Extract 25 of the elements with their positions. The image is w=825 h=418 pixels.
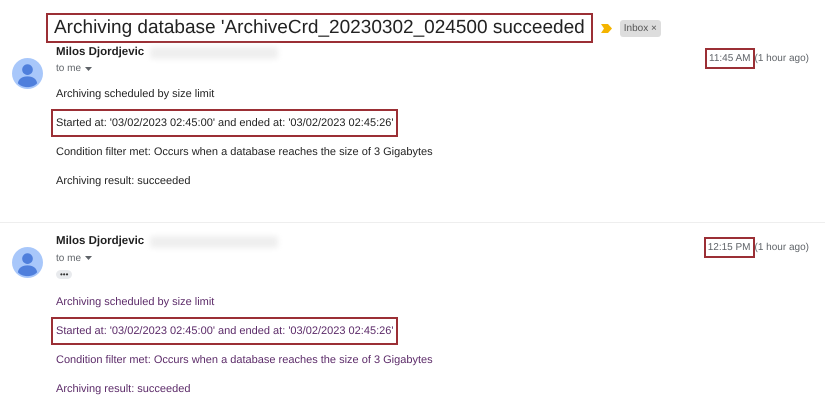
show-trimmed-button[interactable]: ••• [56, 270, 72, 278]
message-time: 11:45 AM [705, 48, 755, 69]
importance-marker-icon[interactable] [600, 24, 612, 32]
relative-time: (1 hour ago) [754, 241, 809, 256]
body-text: Archiving scheduled by size limit [55, 295, 216, 310]
body-text: Archiving scheduled by size limit [55, 87, 216, 102]
relative-time: (1 hour ago) [754, 52, 809, 66]
body-text: Archiving result: succeeded [55, 174, 192, 190]
recipient-text: to me [56, 252, 82, 266]
avatar-icon [12, 247, 43, 278]
sender-name: Milos Djordjevic [56, 45, 144, 60]
recipient-text: to me [56, 62, 82, 76]
body-text: Started at: '03/02/2023 02:45:00' and ended at: '03/02/2023 02:45:26' [51, 317, 398, 345]
caret-icon[interactable] [85, 66, 92, 71]
body-text: Started at: '03/02/2023 02:45:00' and ended at: '03/02/2023 02:45:26' [51, 109, 398, 138]
sender-name: Milos Djordjevic [56, 234, 144, 250]
avatar-icon [12, 58, 43, 89]
email-subject: Archiving database 'ArchiveCrd_20230302_024500 succeeded [46, 12, 593, 44]
inbox-label[interactable]: Inbox × [620, 20, 661, 36]
remove-label-icon[interactable]: × [650, 22, 657, 34]
message-time: 12:15 PM [704, 237, 755, 258]
body-text: Condition filter met: Occurs when a database reaches the size of 3 Gigabytes [55, 353, 434, 368]
caret-icon[interactable] [85, 256, 92, 260]
body-text: Condition filter met: Occurs when a database reaches the size of 3 Gigabytes [55, 145, 434, 160]
body-text: Archiving result: succeeded [55, 382, 192, 397]
